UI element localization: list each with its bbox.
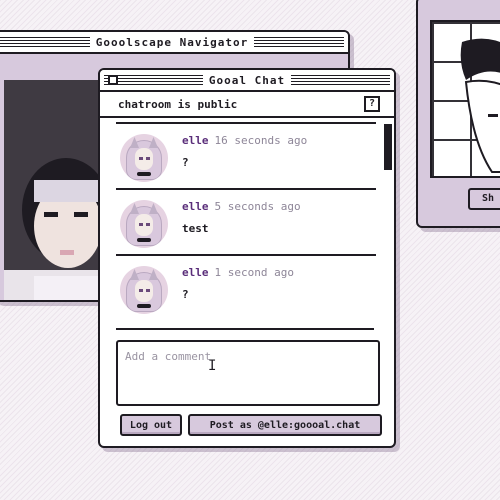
message-meta: elle 1 second ago bbox=[182, 266, 294, 279]
help-icon[interactable]: ? bbox=[364, 96, 380, 112]
chat-titlebar[interactable]: Gooal Chat bbox=[100, 70, 394, 92]
share-button[interactable]: Sh bbox=[468, 188, 500, 210]
navigator-title: Gooolscape Navigator bbox=[89, 35, 255, 49]
message-list-divider bbox=[116, 328, 374, 330]
message-meta: elle 5 seconds ago bbox=[182, 200, 301, 213]
chatroom-status: chatroom is public bbox=[118, 97, 238, 111]
camera-preview bbox=[430, 20, 500, 178]
navigator-titlebar[interactable]: Gooolscape Navigator bbox=[0, 32, 348, 54]
message-list[interactable]: elle 16 seconds ago ? elle 5 seconds ago t… bbox=[100, 122, 394, 332]
message-timestamp: 1 second ago bbox=[214, 266, 294, 279]
message-text: ? bbox=[182, 288, 189, 301]
message-text: test bbox=[182, 222, 209, 235]
logout-button[interactable]: Log out bbox=[120, 414, 182, 436]
message-item: elle 5 seconds ago test bbox=[116, 188, 376, 254]
message-username[interactable]: elle bbox=[182, 134, 209, 147]
avatar[interactable] bbox=[120, 266, 168, 314]
avatar[interactable] bbox=[120, 134, 168, 182]
chat-title: Gooal Chat bbox=[202, 73, 292, 87]
text-cursor-icon: I bbox=[208, 358, 217, 374]
chat-status-bar: chatroom is public ? bbox=[100, 92, 394, 118]
message-timestamp: 5 seconds ago bbox=[214, 200, 301, 213]
message-text: ? bbox=[182, 156, 189, 169]
message-timestamp: 16 seconds ago bbox=[214, 134, 308, 147]
message-item: elle 16 seconds ago ? bbox=[116, 122, 376, 188]
message-meta: elle 16 seconds ago bbox=[182, 134, 307, 147]
avatar[interactable] bbox=[120, 200, 168, 248]
camera-window: Sh bbox=[416, 0, 500, 228]
chat-window: Gooal Chat chatroom is public ? elle 16 s… bbox=[98, 68, 396, 448]
message-username[interactable]: elle bbox=[182, 266, 209, 279]
camera-portrait bbox=[460, 38, 500, 173]
message-item: elle 1 second ago ? bbox=[116, 254, 376, 320]
close-icon[interactable] bbox=[108, 75, 118, 85]
post-button[interactable]: Post as @elle:goooal.chat bbox=[188, 414, 382, 436]
comment-input[interactable] bbox=[116, 340, 380, 406]
message-username[interactable]: elle bbox=[182, 200, 209, 213]
message-scrollbar[interactable] bbox=[384, 124, 392, 170]
